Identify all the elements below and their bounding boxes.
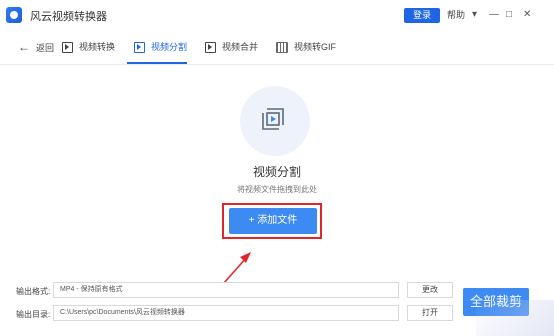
output-dir-field[interactable]: C:\Users\pc\Documents\风云视频转换器 <box>53 305 399 321</box>
open-dir-button[interactable]: 打开 <box>407 305 453 321</box>
output-format-select[interactable]: MP4 - 保持原有格式 <box>53 282 399 298</box>
output-dir-label: 输出目录: <box>16 310 51 319</box>
change-format-button[interactable]: 更改 <box>407 282 453 298</box>
watermark-overlay <box>476 300 554 336</box>
output-format-label: 输出格式: <box>16 287 51 296</box>
